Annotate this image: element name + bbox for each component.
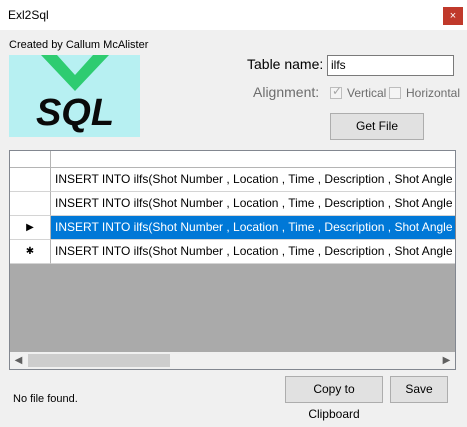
- table-row[interactable]: INSERT INTO ilfs(Shot Number , Location …: [10, 192, 455, 216]
- row-header-new-icon[interactable]: ✱: [10, 240, 51, 264]
- horizontal-scrollbar[interactable]: ◀ ▶: [10, 352, 455, 369]
- scroll-thumb[interactable]: [28, 354, 170, 367]
- copy-to-clipboard-button[interactable]: Copy to Clipboard: [285, 376, 383, 421]
- alignment-label: Alignment:: [253, 84, 320, 100]
- table-name-input[interactable]: ilfs: [327, 55, 454, 76]
- scroll-left-icon[interactable]: ◀: [10, 352, 27, 369]
- table-row[interactable]: INSERT INTO ilfs(Shot Number , Location …: [10, 168, 455, 192]
- row-cell[interactable]: INSERT INTO ilfs(Shot Number , Location …: [51, 216, 455, 240]
- close-button[interactable]: ×: [443, 7, 463, 25]
- sql-logo: SQL: [9, 55, 140, 137]
- row-cell[interactable]: INSERT INTO ilfs(Shot Number , Location …: [51, 168, 455, 192]
- window-title: Exl2Sql: [8, 8, 49, 22]
- row-header-current-icon[interactable]: ▶: [10, 216, 51, 240]
- table-name-label: Table name:: [247, 56, 324, 72]
- save-button[interactable]: Save: [390, 376, 448, 403]
- row-cell[interactable]: INSERT INTO ilfs(Shot Number , Location …: [51, 192, 455, 216]
- row-header[interactable]: [10, 192, 51, 216]
- close-icon: ×: [449, 10, 457, 22]
- table-row-new[interactable]: ✱ INSERT INTO ilfs(Shot Number , Locatio…: [10, 240, 455, 264]
- horizontal-label: Horizontal: [406, 86, 461, 100]
- grid-corner-header[interactable]: [10, 151, 51, 168]
- grid-column-header[interactable]: [51, 151, 455, 168]
- vertical-label: Vertical: [347, 86, 387, 100]
- row-header[interactable]: [10, 168, 51, 192]
- horizontal-checkbox[interactable]: [389, 87, 401, 99]
- logo-chevron-icon: [41, 55, 109, 91]
- scroll-right-icon[interactable]: ▶: [438, 352, 455, 369]
- get-file-button[interactable]: Get File: [330, 113, 424, 140]
- title-bar: Exl2Sql ×: [0, 0, 467, 30]
- table-row-selected[interactable]: ▶ INSERT INTO ilfs(Shot Number , Locatio…: [10, 216, 455, 240]
- vertical-checkbox[interactable]: [330, 84, 342, 99]
- results-grid[interactable]: INSERT INTO ilfs(Shot Number , Location …: [9, 150, 456, 370]
- logo-text: SQL: [36, 92, 114, 134]
- row-cell[interactable]: INSERT INTO ilfs(Shot Number , Location …: [51, 240, 455, 264]
- creator-label: Created by Callum McAlister: [9, 39, 149, 51]
- logo-graphic: SQL: [36, 55, 114, 134]
- status-text: No file found.: [13, 393, 78, 405]
